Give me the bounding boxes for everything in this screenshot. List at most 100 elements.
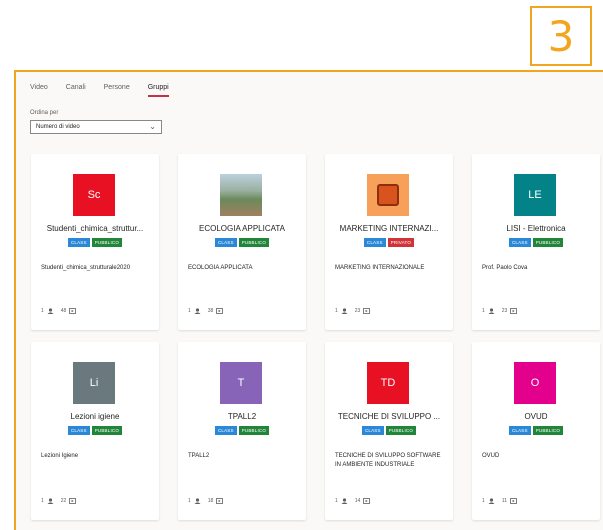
video-count: 23 (501, 308, 508, 314)
group-stats: 1 11 (482, 498, 517, 504)
group-initials: Li (89, 377, 99, 389)
tab-video[interactable]: Video (30, 84, 48, 97)
group-badges: CLASS PRIVATO (325, 238, 453, 247)
video-count: 48 (60, 308, 67, 314)
people-icon (47, 498, 54, 504)
private-badge: PRIVATO (387, 238, 415, 247)
people-icon (341, 308, 348, 314)
group-card[interactable]: LE LISI - Elettronica CLASS PUBBLICO Prof. P… (472, 154, 600, 330)
video-count: 18 (207, 498, 214, 504)
people-icon (194, 308, 201, 314)
video-icon (510, 498, 517, 504)
member-count: 1 (41, 308, 44, 314)
group-stats: 1 48 (41, 308, 77, 314)
people-icon (341, 498, 348, 504)
people-icon (488, 498, 495, 504)
class-badge: CLASS (67, 426, 90, 435)
tab-gruppi[interactable]: Gruppi (147, 84, 169, 97)
public-badge: PUBBLICO (385, 426, 417, 435)
class-badge: CLASS (214, 238, 237, 247)
group-card[interactable]: Sc Studenti_chimica_struttur... CLASS PUBBL… (31, 154, 159, 330)
group-description: MARKETING INTERNAZIONALE (335, 265, 425, 271)
member-count: 1 (188, 308, 191, 314)
video-icon (363, 498, 371, 504)
group-card[interactable]: T TPALL2 CLASS PUBBLICO TPALL2 1 18 (178, 342, 306, 520)
public-badge: PUBBLICO (238, 426, 270, 435)
video-count: 22 (60, 498, 67, 504)
class-badge: CLASS (508, 426, 531, 435)
group-initials: O (530, 377, 540, 389)
group-card[interactable]: ECOLOGIA APPLICATA CLASS PUBBLICO ECOLOGIA … (178, 154, 306, 330)
group-card[interactable]: TD TECNICHE DI SVILUPPO ... CLASS PUBBLICO T… (325, 342, 453, 520)
people-icon (194, 498, 201, 504)
sort-dropdown[interactable]: Numero di video ⌄ (30, 120, 162, 134)
group-initials: LE (528, 189, 542, 201)
video-count: 14 (354, 498, 361, 504)
group-badges: CLASS PUBBLICO (178, 426, 306, 435)
tab-canali[interactable]: Canali (66, 84, 86, 97)
group-stats: 1 14 (335, 498, 371, 504)
square-icon (377, 184, 399, 206)
public-badge: PUBBLICO (91, 426, 123, 435)
group-name: TPALL2 (227, 412, 257, 421)
groups-panel: Video Canali Persone Gruppi Ordina per N… (14, 70, 603, 530)
group-badges: CLASS PUBBLICO (31, 238, 159, 247)
member-count: 1 (188, 498, 191, 504)
group-badges: CLASS PUBBLICO (325, 426, 453, 435)
group-avatar: O (514, 362, 556, 404)
video-count: 38 (207, 308, 214, 314)
group-description: Lezioni Igiene (41, 453, 79, 459)
class-badge: CLASS (361, 426, 384, 435)
chevron-down-icon: ⌄ (149, 122, 156, 131)
group-stats: 1 23 (335, 308, 371, 314)
group-description: Prof. Paolo Cova (482, 265, 528, 271)
member-count: 1 (335, 498, 338, 504)
group-badges: CLASS PUBBLICO (472, 426, 600, 435)
group-initials: T (237, 377, 245, 389)
callout-number: 3 (547, 11, 575, 61)
group-description: TPALL2 (188, 453, 210, 459)
group-name: Lezioni igiene (70, 412, 120, 421)
video-icon (216, 308, 224, 314)
group-badges: CLASS PUBBLICO (472, 238, 600, 247)
group-description: ECOLOGIA APPLICATA (188, 265, 253, 271)
tab-bar: Video Canali Persone Gruppi (30, 84, 187, 97)
step-number-callout: 3 (530, 6, 592, 66)
group-description: TECNICHE DI SVILUPPO SOFTWARE IN AMBIENT… (335, 453, 441, 468)
sort-label: Ordina per (30, 110, 59, 116)
group-stats: 1 18 (188, 498, 224, 504)
member-count: 1 (482, 308, 485, 314)
group-avatar: Sc (73, 174, 115, 216)
video-icon (510, 308, 518, 314)
sort-value: Numero di video (36, 124, 80, 130)
group-card[interactable]: Li Lezioni igiene CLASS PUBBLICO Lezioni Igi… (31, 342, 159, 520)
class-badge: CLASS (214, 426, 237, 435)
group-avatar: TD (367, 362, 409, 404)
group-avatar: LE (514, 174, 556, 216)
group-name: OVUD (524, 412, 548, 421)
group-image-avatar (367, 174, 409, 216)
member-count: 1 (482, 498, 485, 504)
group-stats: 1 22 (41, 498, 77, 504)
video-count: 11 (501, 498, 507, 504)
member-count: 1 (335, 308, 338, 314)
group-badges: CLASS PUBBLICO (31, 426, 159, 435)
tab-persone[interactable]: Persone (104, 84, 130, 97)
video-icon (363, 308, 371, 314)
group-photo-avatar (220, 174, 262, 216)
class-badge: CLASS (67, 238, 90, 247)
member-count: 1 (41, 498, 44, 504)
video-count: 23 (354, 308, 361, 314)
public-badge: PUBBLICO (532, 426, 564, 435)
people-icon (488, 308, 495, 314)
people-icon (47, 308, 54, 314)
group-description: OVUD (482, 453, 500, 459)
group-card[interactable]: MARKETING INTERNAZI... CLASS PRIVATO MARKET… (325, 154, 453, 330)
public-badge: PUBBLICO (532, 238, 564, 247)
group-avatar: T (220, 362, 262, 404)
group-card[interactable]: O OVUD CLASS PUBBLICO OVUD 1 11 (472, 342, 600, 520)
public-badge: PUBBLICO (91, 238, 123, 247)
group-badges: CLASS PUBBLICO (178, 238, 306, 247)
group-name: TECNICHE DI SVILUPPO ... (337, 412, 441, 421)
public-badge: PUBBLICO (238, 238, 270, 247)
